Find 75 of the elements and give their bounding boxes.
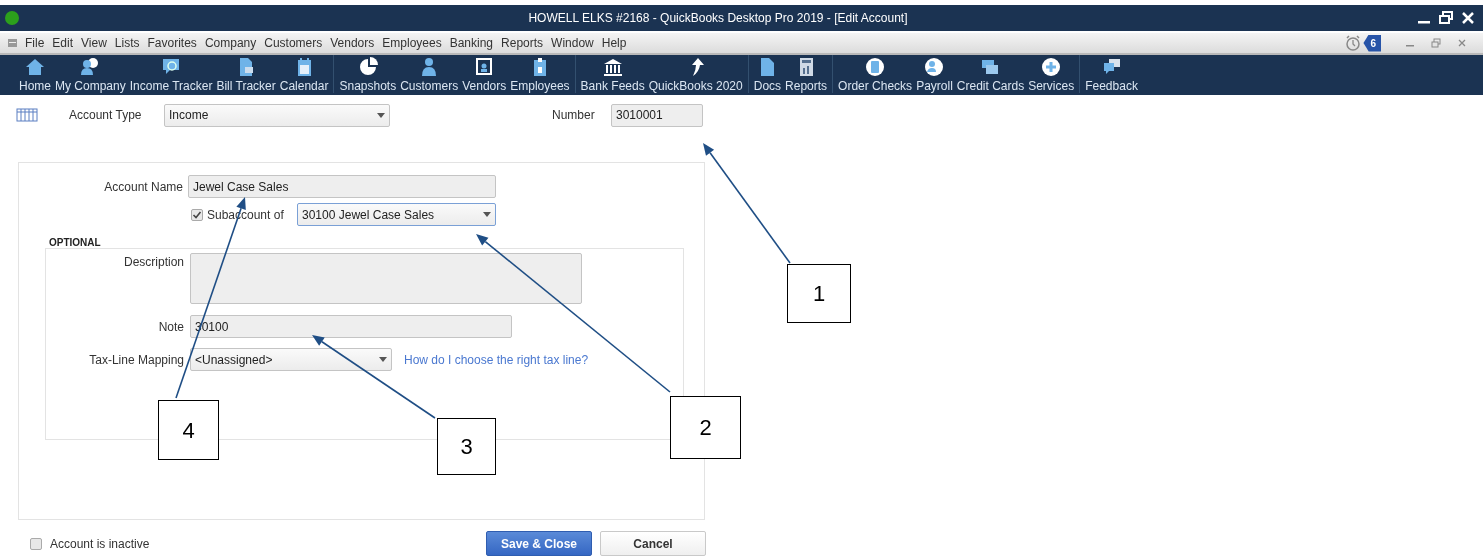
menu-item[interactable]: Favorites — [143, 34, 201, 52]
menu-item[interactable]: Banking — [445, 34, 498, 52]
toolbar-button[interactable]: Feedback — [1083, 55, 1140, 93]
menu-item[interactable]: Company — [200, 34, 261, 52]
field-label: Account Name — [104, 179, 183, 194]
caret-icon — [483, 212, 491, 217]
menu-item[interactable]: Help — [597, 34, 631, 52]
callout-box: 1 — [787, 264, 851, 323]
checkmark-icon — [192, 209, 202, 220]
toolbar-button[interactable]: My Company — [53, 55, 128, 93]
field-label: Tax-Line Mapping — [89, 352, 184, 367]
caret-icon — [377, 112, 385, 118]
callout-box: 3 — [437, 418, 496, 475]
description-field[interactable] — [190, 253, 582, 304]
toolbar-button[interactable]: Order Checks — [836, 55, 915, 93]
menu-item[interactable]: Employees — [378, 34, 446, 52]
field-label: Account Type — [69, 107, 143, 124]
account-type-dropdown[interactable]: Income — [164, 103, 390, 127]
toolbar-button[interactable]: Snapshots — [337, 55, 399, 93]
speech-bubbles-icon — [1101, 57, 1122, 77]
cards-icon — [980, 57, 1001, 77]
field-label: Note — [158, 319, 184, 334]
tax-line-dropdown[interactable]: <Unassigned> — [190, 348, 392, 371]
toolbar-button[interactable]: Reports — [783, 55, 830, 93]
section-heading: OPTIONAL — [49, 237, 101, 248]
menu-item[interactable]: File — [21, 34, 49, 52]
toolbar-button[interactable]: Customers — [398, 55, 461, 93]
menu-item[interactable]: Reports — [497, 34, 548, 52]
bank-icon — [602, 57, 623, 77]
menu-item[interactable]: Edit — [48, 34, 78, 52]
menu-item[interactable]: Window — [547, 34, 598, 52]
number-field[interactable]: 3010001 — [611, 103, 703, 127]
monitor-icon — [474, 57, 495, 77]
window-title: HOWELL ELKS #2168 - QuickBooks Desktop Pro 2019 - [Edit Account] — [528, 11, 908, 25]
chat-bubble-icon — [161, 57, 182, 77]
people-icon — [80, 57, 101, 77]
menu-item[interactable]: Customers — [260, 34, 327, 52]
toolbar-button[interactable]: Home — [17, 55, 53, 93]
toolbar-button[interactable]: QuickBooks 2020 — [646, 55, 745, 93]
toolbar-button[interactable]: Vendors — [460, 55, 509, 93]
callout-box: 4 — [158, 400, 219, 460]
account-list-icon — [16, 108, 38, 122]
account-name-field[interactable]: Jewel Case Sales — [188, 175, 496, 198]
system-menu-icon[interactable] — [8, 39, 17, 47]
alarm-clock-icon[interactable] — [1345, 35, 1362, 51]
checkbox-label: Account is inactive — [50, 535, 151, 553]
reminder-count-badge[interactable]: 6 — [1363, 34, 1381, 52]
checkbook-icon — [865, 57, 886, 77]
pie-chart-icon — [357, 57, 378, 77]
toolbar-button[interactable]: Bill Tracker — [214, 55, 278, 93]
app-logo-icon — [5, 11, 19, 25]
field-label: Number — [552, 107, 596, 124]
toolbar-button[interactable]: Docs — [751, 55, 784, 93]
toolbar-button[interactable]: Credit Cards — [954, 55, 1027, 93]
home-icon — [25, 57, 45, 77]
menu-item[interactable]: Vendors — [326, 34, 379, 52]
callout-box: 2 — [670, 396, 741, 459]
subaccount-dropdown[interactable]: 30100 Jewel Case Sales — [297, 203, 496, 226]
form-button[interactable]: Save & Close — [486, 531, 592, 556]
caret-icon — [379, 357, 387, 362]
restore-icon[interactable] — [1439, 11, 1453, 25]
toolbar-button[interactable]: Employees — [508, 55, 572, 93]
payroll-icon — [924, 57, 945, 77]
menu-item[interactable]: Lists — [110, 34, 144, 52]
toolbar-button[interactable]: Payroll — [914, 55, 955, 93]
toolbar-button[interactable]: Income Tracker — [127, 55, 215, 93]
toolbar-button[interactable]: Bank Feeds — [578, 55, 647, 93]
toolbar-button[interactable]: Calendar — [277, 55, 331, 93]
help-link[interactable]: How do I choose the right tax line? — [404, 350, 589, 369]
form-button[interactable]: Cancel — [600, 531, 706, 556]
menu-item[interactable]: View — [77, 34, 111, 52]
field-label: Description — [123, 255, 184, 269]
plus-icon — [1041, 57, 1062, 77]
toolbar-button[interactable]: Services — [1026, 55, 1077, 93]
subaccount-checkbox[interactable] — [191, 208, 203, 221]
